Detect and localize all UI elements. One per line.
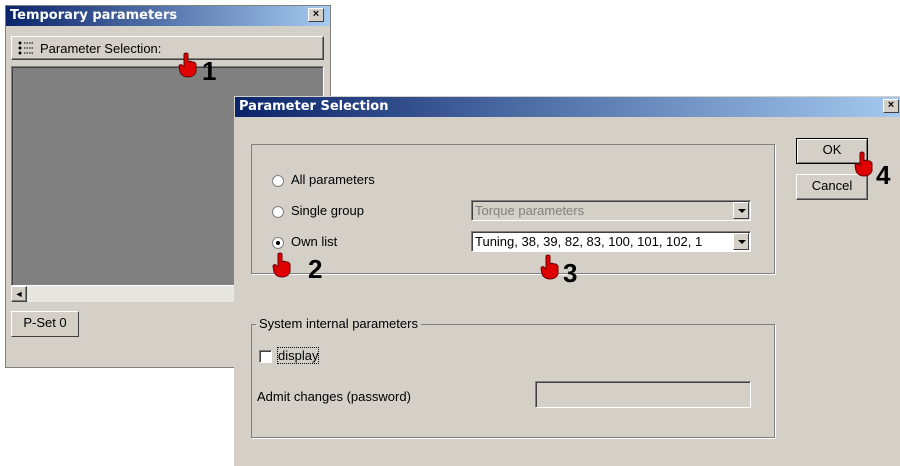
display-label[interactable]: display xyxy=(276,347,320,364)
marker-2: 2 xyxy=(308,254,323,284)
temporary-parameters-titlebar: Temporary parameters xyxy=(6,6,330,26)
cancel-button[interactable]: Cancel xyxy=(796,174,868,200)
admit-changes-label: Admit changes (password) xyxy=(257,389,411,404)
label-single-group[interactable]: Single group xyxy=(291,203,364,218)
radio-single-group[interactable] xyxy=(272,206,284,218)
label-own-list[interactable]: Own list xyxy=(291,234,337,249)
cancel-button-label: Cancel xyxy=(811,178,853,193)
marker-4: 4 xyxy=(876,160,891,190)
pointer-hand-icon-3 xyxy=(540,254,559,280)
pointer-hand-icon-4 xyxy=(854,151,873,177)
system-internal-parameters-legend: System internal parameters xyxy=(256,316,421,331)
single-group-select-value: Torque parameters xyxy=(475,203,585,218)
pointer-hand-icon-2 xyxy=(272,252,291,278)
tab-pset-0[interactable]: P-Set 0 xyxy=(11,311,79,337)
close-icon[interactable]: × xyxy=(308,8,324,22)
radio-own-list[interactable] xyxy=(272,237,284,249)
dialog-close-icon[interactable]: × xyxy=(883,99,899,113)
pointer-hand-icon-1 xyxy=(178,52,197,78)
chevron-down-icon xyxy=(733,202,749,219)
scroll-left-button[interactable]: ◄ xyxy=(11,286,27,302)
marker-3: 3 xyxy=(563,258,578,288)
parameter-selection-titlebar: Parameter Selection xyxy=(235,97,900,117)
parameter-selection-title: Parameter Selection xyxy=(239,99,389,114)
parameter-selection-button[interactable]: Parameter Selection: xyxy=(11,36,324,60)
own-list-select-value: Tuning, 38, 39, 82, 83, 100, 101, 102, 1 xyxy=(475,234,703,249)
parameter-selection-button-label: Parameter Selection: xyxy=(40,41,162,56)
password-input[interactable] xyxy=(535,381,751,408)
display-checkbox[interactable] xyxy=(259,350,272,363)
own-list-select[interactable]: Tuning, 38, 39, 82, 83, 100, 101, 102, 1 xyxy=(471,231,751,252)
ok-button-label: OK xyxy=(822,142,842,157)
list-icon xyxy=(18,41,34,55)
chevron-down-icon[interactable] xyxy=(733,233,749,250)
radio-all-parameters[interactable] xyxy=(272,175,284,187)
label-all-parameters[interactable]: All parameters xyxy=(291,172,375,187)
scroll-left-icon: ◄ xyxy=(14,289,24,299)
temporary-parameters-title: Temporary parameters xyxy=(10,8,178,23)
single-group-select: Torque parameters xyxy=(471,200,751,221)
marker-1: 1 xyxy=(202,56,217,86)
tab-pset-0-label: P-Set 0 xyxy=(23,315,67,330)
